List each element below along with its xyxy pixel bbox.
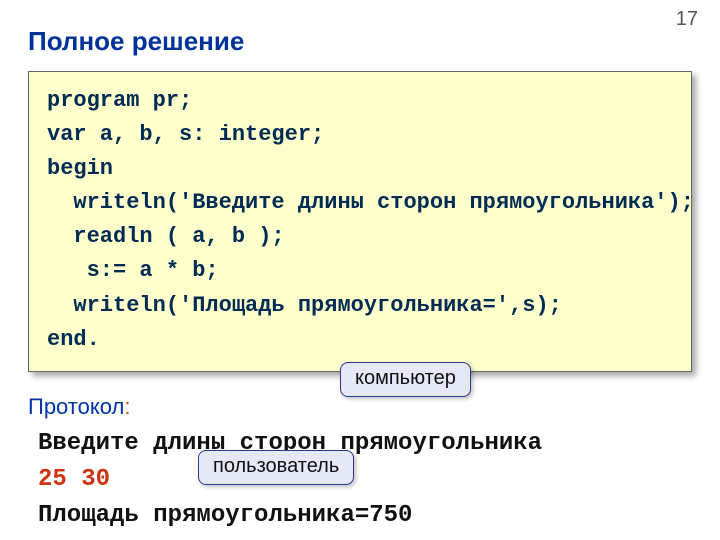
code-line: program pr; [47, 88, 192, 113]
page-number: 17 [676, 8, 698, 31]
protocol-result: Площадь прямоугольника=750 [38, 498, 692, 534]
protocol-block: Введите длины сторон прямоугольника 25 3… [28, 426, 692, 534]
code-line: writeln('Площадь прямоугольника=',s); [47, 293, 562, 318]
slide: 17 Полное решение program pr; var a, b, … [0, 0, 720, 540]
code-line: var a, b, s: integer; [47, 122, 324, 147]
callout-user: пользователь [198, 450, 354, 485]
code-line: begin [47, 156, 113, 181]
callout-computer: компьютер [340, 362, 471, 397]
code-line: end. [47, 327, 100, 352]
protocol-label: Протокол: [28, 394, 692, 420]
code-line: writeln('Введите длины сторон прямоуголь… [47, 190, 694, 215]
protocol-prompt: Введите длины сторон прямоугольника [38, 426, 692, 462]
slide-title: Полное решение [28, 26, 692, 57]
code-line: s:= a * b; [47, 258, 219, 283]
protocol-label-text: Протокол [28, 394, 124, 419]
protocol-user-input: 25 30 [38, 462, 692, 498]
code-box: program pr; var a, b, s: integer; begin … [28, 71, 692, 372]
protocol-colon: : [124, 394, 130, 419]
code-line: readln ( a, b ); [47, 224, 285, 249]
